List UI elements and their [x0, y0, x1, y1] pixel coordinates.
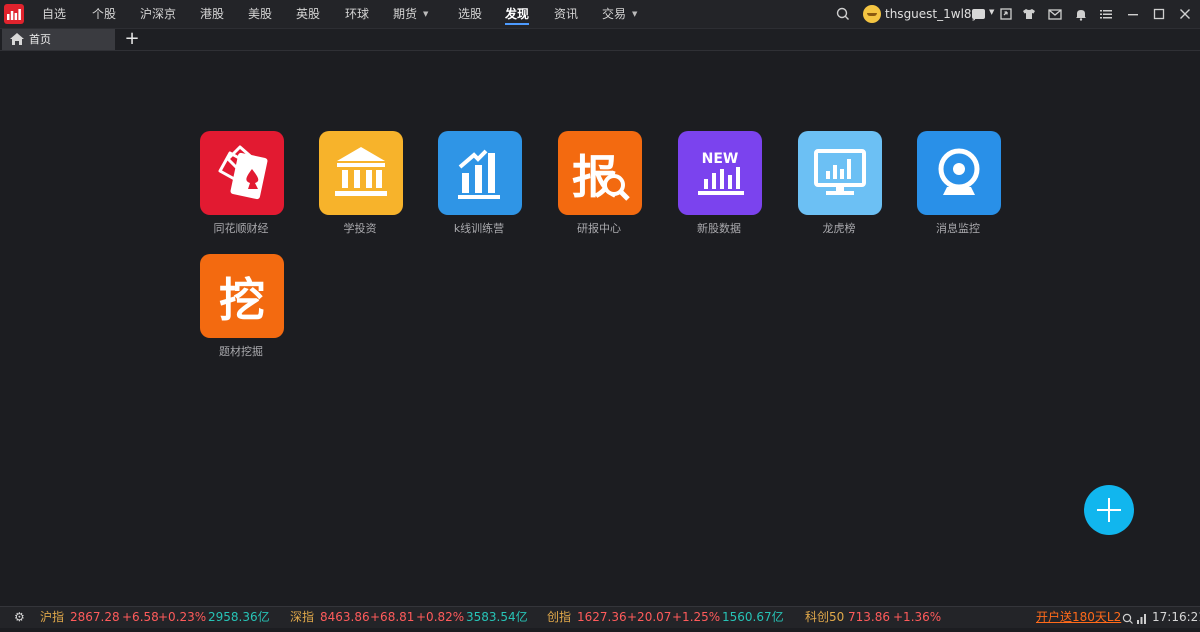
- bank-icon: [319, 131, 403, 215]
- index-price: 713.86: [848, 610, 890, 624]
- menu-list-icon[interactable]: [1098, 6, 1114, 22]
- menu-item-label: 交易: [602, 7, 627, 21]
- app-message-monitor[interactable]: 消息监控: [908, 131, 1008, 243]
- index-amount: 2958.36亿: [208, 610, 270, 624]
- chevron-down-icon[interactable]: ▼: [989, 8, 994, 16]
- index-name[interactable]: 创指: [547, 607, 571, 628]
- index-name[interactable]: 深指: [290, 607, 314, 628]
- index-change-pct: +1.25%: [672, 610, 721, 624]
- menu-item-hk[interactable]: 港股: [200, 0, 224, 28]
- menu-item-stock-picker[interactable]: 选股: [458, 0, 482, 28]
- tab-strip: 首页 +: [0, 29, 1200, 51]
- level-badge-icon: [972, 9, 985, 19]
- index-price: 1627.36: [577, 610, 627, 624]
- app-theme-mining[interactable]: 挖 题材挖掘: [191, 254, 291, 366]
- username: thsguest_1wl8y: [885, 7, 979, 21]
- index-change: +68.81: [370, 610, 415, 624]
- clock: 17:16:21: [1152, 610, 1200, 624]
- app-research-center[interactable]: 报 研报中心: [549, 131, 649, 243]
- app-label: 题材挖掘: [219, 345, 263, 358]
- webcam-icon: [917, 131, 1001, 215]
- market-status-bar: ⚙ 沪指 2867.28 +6.58 +0.23% 2958.36亿 深指 84…: [0, 606, 1200, 628]
- menu-item-trade[interactable]: 交易 ▼: [602, 0, 637, 28]
- index-change: +6.58: [122, 610, 159, 624]
- menu-item-futures[interactable]: 期货 ▼: [393, 0, 428, 28]
- menu-item-label: 美股: [248, 7, 273, 21]
- index-change-pct: +0.23%: [158, 610, 207, 624]
- menu-item-label: 期货: [393, 7, 418, 21]
- menu-item-shanghai-shenzhen[interactable]: 沪深京: [140, 0, 176, 28]
- add-tab-button[interactable]: +: [122, 29, 142, 50]
- menu-item-us[interactable]: 美股: [248, 0, 272, 28]
- chevron-down-icon: ▼: [423, 10, 429, 18]
- index-price: 8463.86: [320, 610, 370, 624]
- tab-home[interactable]: 首页: [2, 29, 115, 50]
- tab-label: 首页: [29, 33, 51, 46]
- index-amount: 3583.54亿: [466, 610, 528, 624]
- search-icon[interactable]: [835, 6, 851, 22]
- app-dragon-tiger-list[interactable]: 龙虎榜: [789, 131, 889, 243]
- menu-item-label: 英股: [296, 7, 321, 21]
- menu-item-uk[interactable]: 英股: [296, 0, 320, 28]
- app-label: 龙虎榜: [822, 222, 856, 235]
- signal-icon[interactable]: [1136, 611, 1148, 632]
- menu-item-label: 沪深京: [140, 7, 177, 21]
- menu-item-label: 个股: [92, 7, 117, 21]
- app-label: 同花顺财经: [213, 222, 269, 235]
- top-menu-bar: 自选 个股 沪深京 港股 美股 英股 环球 期货 ▼ 选股 发现 资讯 交易 ▼ t…: [0, 0, 1200, 29]
- menu-item-label: 选股: [458, 7, 483, 21]
- maximize-icon[interactable]: [1151, 6, 1167, 22]
- minimize-icon[interactable]: [1125, 6, 1141, 22]
- menu-item-label: 自选: [42, 7, 67, 21]
- home-icon: [10, 33, 24, 45]
- chevron-down-icon: ▼: [632, 10, 638, 18]
- settings-gear-icon[interactable]: ⚙: [14, 607, 25, 628]
- menu-item-global[interactable]: 环球: [345, 0, 369, 28]
- shirt-icon[interactable]: [1021, 6, 1037, 22]
- index-change-pct: +1.36%: [893, 610, 942, 624]
- app-tonghuashun-finance[interactable]: 同花顺财经: [191, 131, 291, 243]
- index-amount: 1560.67亿: [722, 610, 784, 624]
- add-app-button[interactable]: [1084, 485, 1134, 535]
- svg-text:挖: 挖: [219, 273, 265, 327]
- mail-icon[interactable]: [1047, 6, 1063, 22]
- menu-item-label: 环球: [345, 7, 370, 21]
- promo-link[interactable]: 开户送180天L2: [1036, 607, 1121, 628]
- menu-item-discover[interactable]: 发现: [505, 0, 530, 28]
- monitor-chart-icon: [798, 131, 882, 215]
- app-label: 学投资: [343, 222, 377, 235]
- cards-icon: [200, 131, 284, 215]
- app-label: 研报中心: [577, 222, 621, 235]
- app-label: 新股数据: [697, 222, 741, 235]
- index-change-pct: +0.82%: [416, 610, 465, 624]
- index-price: 2867.28: [70, 610, 120, 624]
- app-new-stock-data[interactable]: NEW 新股数据: [669, 131, 769, 243]
- svg-text:NEW: NEW: [702, 151, 739, 167]
- menu-item-label: 港股: [200, 7, 225, 21]
- bar-chart-icon: [438, 131, 522, 215]
- app-label: 消息监控: [936, 222, 980, 235]
- app-label: k线训练营: [453, 222, 505, 235]
- bell-icon[interactable]: [1073, 6, 1089, 22]
- index-name[interactable]: 科创50: [805, 607, 844, 628]
- app-logo-icon[interactable]: [4, 4, 24, 24]
- new-stock-icon: NEW: [678, 131, 762, 215]
- menu-item-stock[interactable]: 个股: [92, 0, 116, 28]
- report-icon: 报: [558, 131, 642, 215]
- upload-icon[interactable]: [998, 6, 1014, 22]
- app-kline-training[interactable]: k线训练营: [429, 131, 529, 243]
- menu-item-news[interactable]: 资讯: [554, 0, 578, 28]
- app-learn-investing[interactable]: 学投资: [310, 131, 410, 243]
- menu-item-label: 发现: [505, 7, 530, 21]
- menu-item-watchlist[interactable]: 自选: [42, 0, 66, 28]
- menu-item-label: 资讯: [554, 7, 579, 21]
- avatar: [863, 5, 881, 23]
- index-name[interactable]: 沪指: [40, 607, 64, 628]
- mining-icon: 挖: [200, 254, 284, 338]
- close-icon[interactable]: [1177, 6, 1193, 22]
- search-icon[interactable]: [1122, 611, 1134, 632]
- index-change: +20.07: [627, 610, 672, 624]
